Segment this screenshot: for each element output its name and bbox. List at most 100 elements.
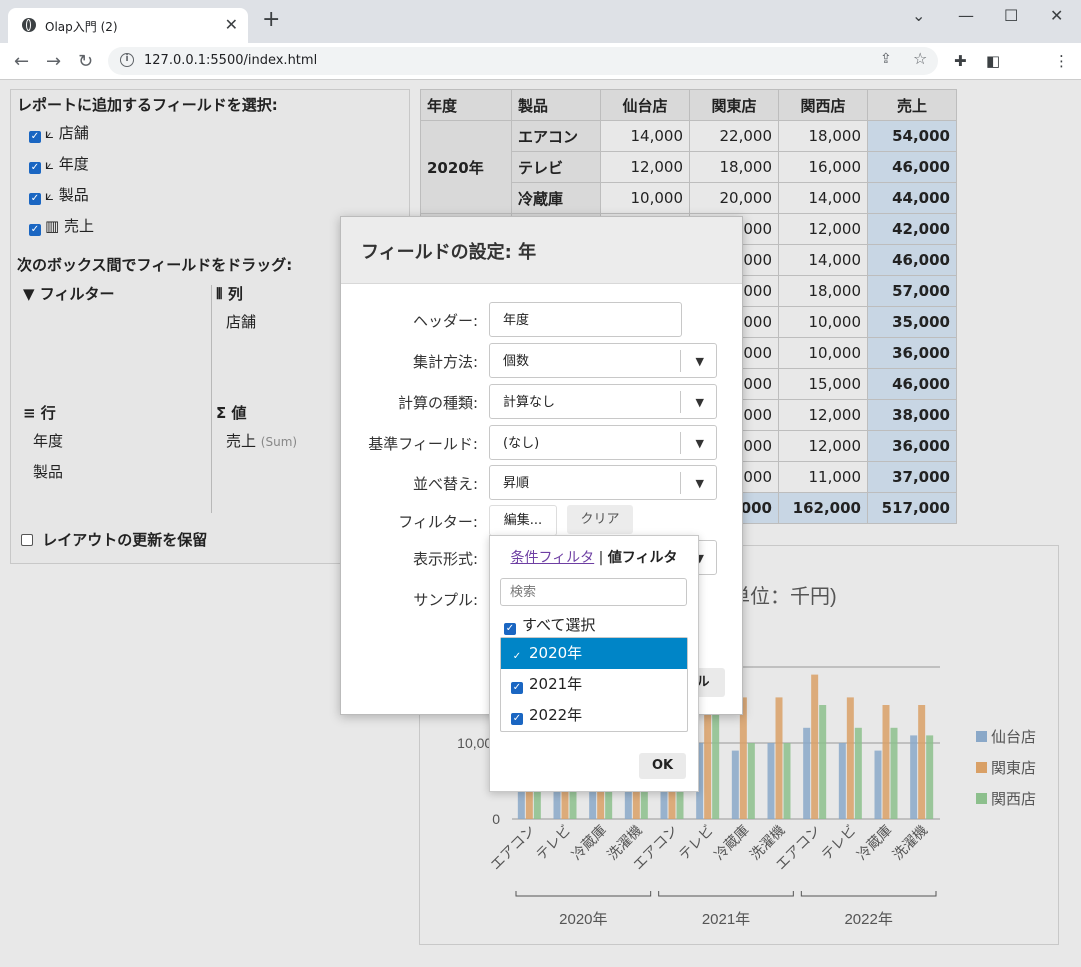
cell-total[interactable]: 38,000	[867, 399, 957, 431]
condition-filter-tab[interactable]: 条件フィルタ	[510, 550, 594, 566]
header-year[interactable]: 年度	[420, 89, 512, 121]
chevron-down-icon[interactable]: ▼	[696, 466, 704, 501]
field-product[interactable]: ✓ ⟀ 製品	[29, 184, 89, 205]
cell[interactable]: 12,000	[778, 399, 868, 431]
field-year[interactable]: ✓ ⟀ 年度	[29, 153, 89, 174]
calc-select[interactable]: 計算なし ▼	[489, 384, 717, 419]
filter-item-2021[interactable]: ✓ 2021年	[501, 669, 687, 700]
cell-total[interactable]: 37,000	[867, 461, 957, 493]
cell[interactable]: 10,000	[600, 182, 690, 214]
new-tab-icon[interactable]: +	[262, 9, 280, 31]
url-text[interactable]: 127.0.0.1:5500/index.html	[144, 53, 317, 68]
cell[interactable]: 16,000	[778, 151, 868, 183]
header-sendai[interactable]: 仙台店	[600, 89, 690, 121]
chevron-down-icon[interactable]: ▼	[696, 344, 704, 379]
ok-button[interactable]: OK	[639, 753, 686, 779]
filter-item-2022[interactable]: ✓ 2022年	[501, 700, 687, 731]
values-item-sales[interactable]: 売上 (Sum)	[226, 430, 297, 451]
cell-grand[interactable]: 162,000	[778, 492, 868, 524]
browser-tab[interactable]: Olap入門 (2) ✕	[8, 8, 248, 43]
agg-select[interactable]: 個数 ▼	[489, 343, 717, 378]
checkbox-icon[interactable]: ✓	[511, 651, 523, 663]
cell-grand-total[interactable]: 517,000	[867, 492, 957, 524]
columns-item-store[interactable]: 店舗	[226, 311, 256, 332]
clear-filter-button[interactable]: クリア	[567, 505, 633, 534]
row-header-product[interactable]: 冷蔵庫	[511, 182, 601, 214]
cell-total[interactable]: 54,000	[867, 120, 957, 152]
cell-total[interactable]: 36,000	[867, 337, 957, 369]
omnibox[interactable]: i 127.0.0.1:5500/index.html ⇪ ☆	[108, 47, 938, 75]
filter-item-2020[interactable]: ✓ 2020年	[501, 638, 687, 669]
checkbox-icon[interactable]	[21, 534, 33, 546]
cell[interactable]: 18,000	[778, 275, 868, 307]
filter-box[interactable]: ▼ フィルター	[23, 283, 114, 304]
values-box[interactable]: Σ 値 売上 (Sum)	[216, 402, 297, 450]
reload-icon[interactable]: ↻	[78, 51, 93, 72]
checkbox-icon[interactable]: ✓	[29, 131, 41, 143]
header-sales[interactable]: 売上	[867, 89, 957, 121]
cell[interactable]: 18,000	[778, 120, 868, 152]
forward-icon[interactable]: →	[46, 51, 61, 72]
cell-total[interactable]: 36,000	[867, 430, 957, 462]
cell[interactable]: 14,000	[600, 120, 690, 152]
cell-total[interactable]: 46,000	[867, 151, 957, 183]
value-filter-tab[interactable]: 値フィルタ	[608, 550, 678, 566]
chevron-down-icon[interactable]: ▼	[696, 385, 704, 420]
cell[interactable]: 11,000	[778, 461, 868, 493]
defer-update-checkbox[interactable]: レイアウトの更新を保留	[21, 529, 207, 550]
bookmark-star-icon[interactable]: ☆	[913, 49, 927, 68]
checkbox-icon[interactable]: ✓	[511, 682, 523, 694]
cell[interactable]: 20,000	[689, 182, 779, 214]
share-icon[interactable]: ⇪	[880, 51, 892, 67]
menu-icon[interactable]: ⋮	[1054, 52, 1069, 70]
cell-total[interactable]: 57,000	[867, 275, 957, 307]
chevron-down-icon[interactable]: ▼	[696, 426, 704, 461]
cell[interactable]: 15,000	[778, 368, 868, 400]
checkbox-icon[interactable]: ✓	[29, 224, 41, 236]
row-header-product[interactable]: テレビ	[511, 151, 601, 183]
edit-filter-button[interactable]: 編集...	[489, 505, 557, 536]
cell-total[interactable]: 35,000	[867, 306, 957, 338]
close-window-icon[interactable]: ✕	[1050, 6, 1063, 25]
cell-total[interactable]: 46,000	[867, 368, 957, 400]
field-store[interactable]: ✓ ⟀ 店舗	[29, 122, 89, 143]
cell[interactable]: 12,000	[778, 213, 868, 245]
cell-total[interactable]: 46,000	[867, 244, 957, 276]
maximize-icon[interactable]: ☐	[1004, 6, 1018, 25]
checkbox-icon[interactable]: ✓	[504, 623, 516, 635]
rows-item-product[interactable]: 製品	[33, 461, 63, 482]
site-info-icon[interactable]: i	[120, 53, 134, 67]
cell[interactable]: 12,000	[778, 430, 868, 462]
header-input[interactable]: 年度	[489, 302, 682, 337]
checkbox-icon[interactable]: ✓	[29, 162, 41, 174]
tab-search-icon[interactable]: ⌄	[912, 6, 925, 25]
side-panel-icon[interactable]: ◧	[986, 52, 1000, 70]
rows-item-year[interactable]: 年度	[33, 430, 63, 451]
select-all-checkbox[interactable]: ✓ すべて選択	[504, 614, 595, 635]
filter-search-input[interactable]: 検索	[500, 578, 687, 606]
cell[interactable]: 18,000	[689, 151, 779, 183]
checkbox-icon[interactable]: ✓	[511, 713, 523, 725]
header-kanto[interactable]: 関東店	[689, 89, 779, 121]
cell[interactable]: 10,000	[778, 306, 868, 338]
cell[interactable]: 12,000	[600, 151, 690, 183]
header-kansai[interactable]: 関西店	[778, 89, 868, 121]
row-header-2020[interactable]: 2020年	[420, 120, 512, 214]
close-tab-icon[interactable]: ✕	[225, 15, 238, 34]
cell[interactable]: 22,000	[689, 120, 779, 152]
cell[interactable]: 14,000	[778, 244, 868, 276]
row-header-product[interactable]: エアコン	[511, 120, 601, 152]
cell[interactable]: 14,000	[778, 182, 868, 214]
cell[interactable]: 10,000	[778, 337, 868, 369]
sort-select[interactable]: 昇順 ▼	[489, 465, 717, 500]
field-sales[interactable]: ✓ ▥ 売上	[29, 215, 94, 236]
cell-total[interactable]: 44,000	[867, 182, 957, 214]
checkbox-icon[interactable]: ✓	[29, 193, 41, 205]
rows-box[interactable]: ≡ 行 年度 製品	[23, 402, 63, 481]
header-product[interactable]: 製品	[511, 89, 601, 121]
cell-total[interactable]: 42,000	[867, 213, 957, 245]
minimize-icon[interactable]: —	[958, 6, 974, 25]
extensions-icon[interactable]: ✚	[954, 52, 967, 70]
columns-box[interactable]: ⦀ 列 店舗	[216, 283, 256, 331]
base-field-select[interactable]: (なし) ▼	[489, 425, 717, 460]
